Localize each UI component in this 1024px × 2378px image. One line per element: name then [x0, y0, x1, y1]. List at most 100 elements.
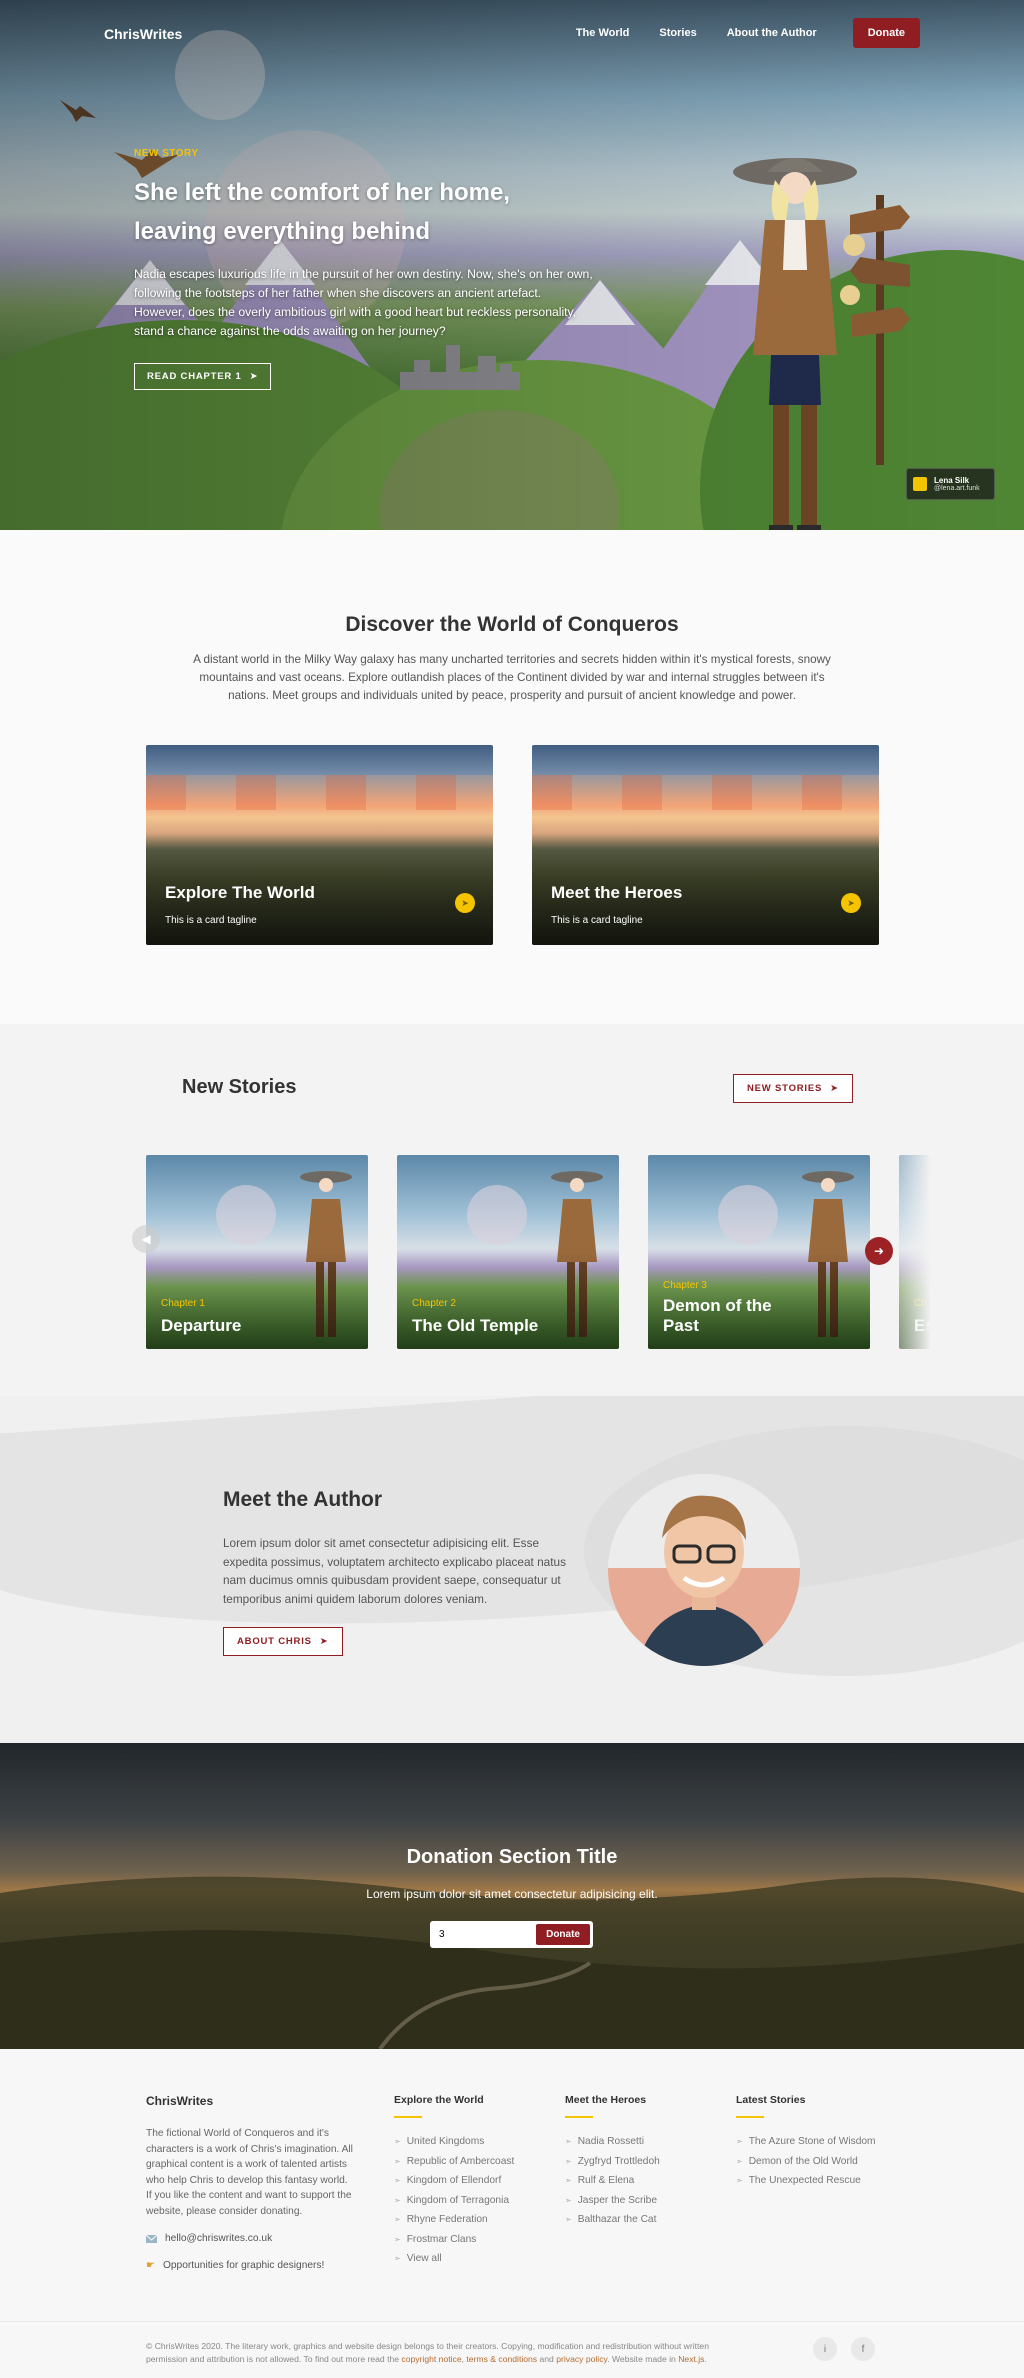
- palette-icon: [913, 477, 927, 491]
- legal-text: .: [704, 2354, 707, 2364]
- signpost-illustration: [840, 195, 910, 465]
- story-chapter: Chapter 3: [663, 1280, 707, 1291]
- arrow-right-icon: ➤: [455, 893, 475, 913]
- site-logo[interactable]: ChrisWrites: [104, 26, 182, 42]
- footer-link[interactable]: Rhyne Federation: [394, 2210, 514, 2230]
- arrow-right-icon: ➤: [841, 893, 861, 913]
- donation-section: Donation Section Title Lorem ipsum dolor…: [0, 1743, 1024, 2049]
- footer-about: The fictional World of Conqueros and it'…: [146, 2128, 353, 2217]
- footer-bottom-bar: © ChrisWrites 2020. The literary work, g…: [0, 2321, 1024, 2378]
- author-avatar: [608, 1474, 800, 1666]
- carousel-next-button[interactable]: ➜: [865, 1237, 893, 1265]
- legal-notice: © ChrisWrites 2020. The literary work, g…: [146, 2340, 716, 2366]
- terms-link[interactable]: terms & conditions: [466, 2354, 537, 2364]
- arrow-right-icon: ➤: [249, 371, 259, 382]
- discover-cards: Explore The World This is a card tagline…: [146, 745, 879, 945]
- footer-link[interactable]: Rulf & Elena: [565, 2171, 660, 2191]
- footer-link[interactable]: Demon of the Old World: [736, 2152, 876, 2172]
- hero-description: Nadia escapes luxurious life in the purs…: [134, 267, 593, 338]
- footer-opportunities[interactable]: ☛ Opportunities for graphic designers!: [146, 2260, 356, 2271]
- footer-link[interactable]: Kingdom of Terragonia: [394, 2191, 514, 2211]
- card-title: Meet the Heroes: [551, 883, 683, 902]
- new-stories-title: New Stories: [182, 1076, 297, 1098]
- author-description: Lorem ipsum dolor sit amet consectetur a…: [223, 1536, 566, 1606]
- artist-name: Lena Silk: [934, 476, 970, 485]
- nav-link-about-author[interactable]: About the Author: [727, 27, 817, 39]
- story-title: Demon of the Past: [663, 1296, 772, 1335]
- about-chris-label: ABOUT CHRIS: [237, 1636, 312, 1647]
- nav-link-the-world[interactable]: The World: [576, 27, 630, 39]
- nextjs-link[interactable]: Next.js: [678, 2354, 704, 2364]
- donation-amount-input[interactable]: [433, 1929, 533, 1940]
- card-title: Explore The World: [165, 883, 315, 902]
- copyright-link[interactable]: copyright notice: [401, 2354, 461, 2364]
- discover-title: Discover the World of Conqueros: [345, 613, 679, 636]
- footer-link[interactable]: United Kingdoms: [394, 2132, 514, 2152]
- author-section: Meet the Author Lorem ipsum dolor sit am…: [0, 1396, 1024, 1743]
- meet-heroes-card[interactable]: Meet the Heroes This is a card tagline ➤: [532, 745, 879, 945]
- story-title: The Old Temple: [412, 1316, 539, 1335]
- author-title: Meet the Author: [223, 1488, 383, 1511]
- nav-link-stories[interactable]: Stories: [659, 27, 696, 39]
- footer-opportunities-text: Opportunities for graphic designers!: [162, 2260, 325, 2271]
- footer-column-heroes: Meet the Heroes Nadia Rossetti Zygfryd T…: [565, 2094, 660, 2230]
- footer-email-text: hello@chriswrites.co.uk: [165, 2233, 273, 2244]
- facebook-icon: f: [861, 2343, 865, 2355]
- hero-content: NEW STORY She left the comfort of her ho…: [134, 148, 594, 390]
- card-tagline: This is a card tagline: [551, 915, 643, 926]
- carousel-prev-button[interactable]: ◀: [132, 1225, 160, 1253]
- story-card[interactable]: Chapter 1 Departure: [146, 1155, 368, 1349]
- footer-email[interactable]: hello@chriswrites.co.uk: [146, 2233, 356, 2244]
- top-navigation: ChrisWrites The World Stories About the …: [0, 18, 1024, 48]
- donate-submit-button[interactable]: Donate: [536, 1924, 590, 1945]
- footer-link[interactable]: Jasper the Scribe: [565, 2191, 660, 2211]
- footer-link[interactable]: Balthazar the Cat: [565, 2210, 660, 2230]
- about-chris-button[interactable]: ABOUT CHRIS ➤: [223, 1627, 343, 1656]
- read-chapter-label: READ CHAPTER 1: [147, 371, 242, 382]
- hero-tag: NEW STORY: [134, 148, 199, 159]
- legal-text: ,: [461, 2354, 465, 2364]
- arrow-right-icon: ➤: [830, 1083, 839, 1094]
- nav-donate-button[interactable]: Donate: [852, 18, 920, 48]
- footer-column-title: Meet the Heroes: [565, 2094, 647, 2106]
- footer-column-title: Latest Stories: [736, 2094, 806, 2106]
- footer-link[interactable]: Zygfryd Trottledoh: [565, 2152, 660, 2172]
- discover-section: Discover the World of Conqueros A distan…: [0, 530, 1024, 1024]
- footer-link[interactable]: View all: [394, 2249, 514, 2269]
- story-card[interactable]: Chapter 3 Demon of the Past: [648, 1155, 870, 1349]
- read-chapter-button[interactable]: READ CHAPTER 1 ➤: [134, 363, 272, 390]
- artist-handle: @lena.art.funk: [934, 485, 980, 492]
- card-tagline: This is a card tagline: [165, 915, 257, 926]
- donation-description: Lorem ipsum dolor sit amet consectetur a…: [366, 1887, 658, 1901]
- chevron-left-icon: ◀: [141, 1232, 151, 1246]
- mail-icon: [146, 2234, 157, 2243]
- chevron-right-icon: ➜: [873, 1244, 885, 1258]
- footer-column-title: Explore the World: [394, 2094, 484, 2106]
- story-card[interactable]: Chapter 2 The Old Temple: [397, 1155, 619, 1349]
- instagram-icon: i: [823, 2343, 827, 2355]
- footer-column-world: Explore the World United Kingdoms Republ…: [394, 2094, 514, 2269]
- arrow-right-icon: ➤: [319, 1636, 329, 1647]
- footer-link[interactable]: Kingdom of Ellendorf: [394, 2171, 514, 2191]
- artist-credit[interactable]: Lena Silk @lena.art.funk: [906, 468, 995, 500]
- hero-section: Lena Silk @lena.art.funk ChrisWrites The…: [0, 0, 1024, 530]
- footer-column-stories: Latest Stories The Azure Stone of Wisdom…: [736, 2094, 876, 2191]
- footer-link[interactable]: Frostmar Clans: [394, 2230, 514, 2250]
- instagram-button[interactable]: i: [813, 2337, 837, 2361]
- story-title: Departure: [161, 1316, 242, 1335]
- footer-brand: ChrisWrites The fictional World of Conqu…: [146, 2094, 356, 2271]
- footer-link[interactable]: The Azure Stone of Wisdom: [736, 2132, 876, 2152]
- new-stories-button[interactable]: NEW STORIES ➤: [733, 1074, 853, 1103]
- footer: ChrisWrites The fictional World of Conqu…: [0, 2049, 1024, 2321]
- footer-link[interactable]: Nadia Rossetti: [565, 2132, 660, 2152]
- privacy-link[interactable]: privacy policy: [556, 2354, 607, 2364]
- footer-link[interactable]: The Unexpected Rescue: [736, 2171, 876, 2191]
- explore-world-card[interactable]: Explore The World This is a card tagline…: [146, 745, 493, 945]
- eagle-icon: [60, 100, 96, 122]
- donation-form: Donate: [430, 1921, 593, 1948]
- stories-carousel: Chapter 1 Departure Chapter 2 The Old Te…: [146, 1155, 931, 1349]
- facebook-button[interactable]: f: [851, 2337, 875, 2361]
- new-stories-section: New Stories NEW STORIES ➤ Chapter 1 Depa…: [0, 1024, 1024, 1396]
- new-stories-label: NEW STORIES: [747, 1083, 823, 1094]
- footer-link[interactable]: Republic of Ambercoast: [394, 2152, 515, 2172]
